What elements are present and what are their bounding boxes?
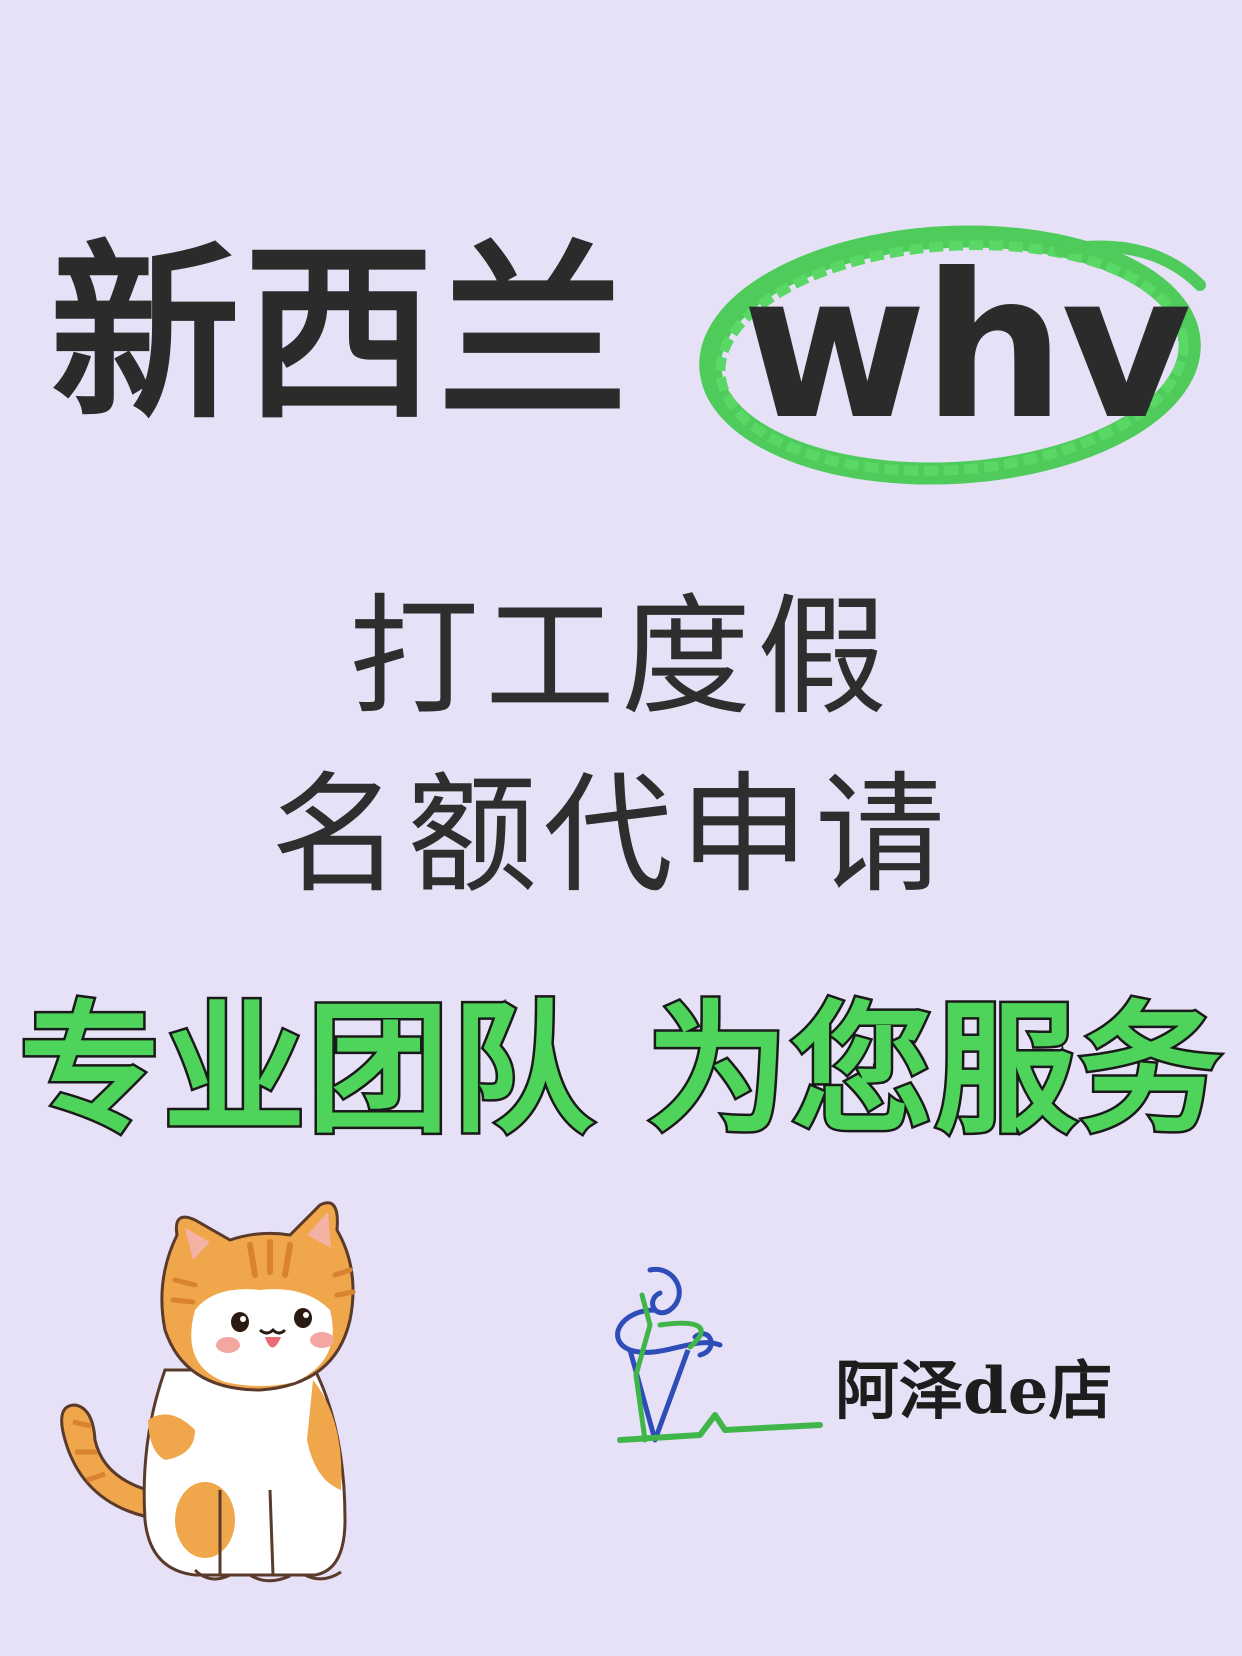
title-visa: whv: [742, 231, 1192, 464]
cat-illustration: [60, 1201, 356, 1583]
subtitle-line-1: 打工度假: [348, 581, 893, 733]
title-country: 新西兰: [50, 224, 633, 445]
subtitle-line-2: 名额代申请: [270, 759, 951, 911]
title-row: 新西兰 whv: [40, 210, 1220, 510]
poster: 新西兰 whv 打工度假 名额代申请 专业团队 为您服务 阿泽de店: [0, 0, 1242, 1656]
shop-name: 阿泽de店: [835, 1354, 1113, 1429]
whv-highlight: whv: [680, 210, 1220, 510]
ice-cream-logo-icon: [615, 1267, 823, 1443]
slogan: 专业团队 为您服务: [17, 988, 1223, 1153]
